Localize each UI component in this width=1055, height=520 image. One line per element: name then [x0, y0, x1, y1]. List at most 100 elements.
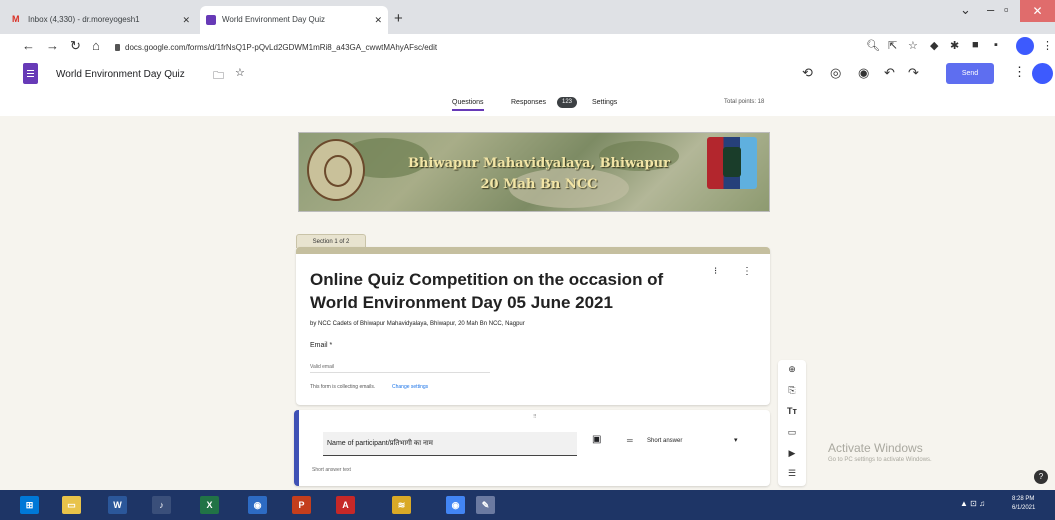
undo-icon[interactable]: ↶	[884, 65, 895, 81]
maximize-button[interactable]: ▫	[1004, 2, 1009, 17]
redo-icon[interactable]: ↷	[908, 65, 919, 81]
add-video-icon[interactable]: ▶	[785, 448, 799, 459]
bookmark-star-icon[interactable]: ☆	[908, 39, 918, 52]
zoom-icon[interactable]: 🔍︎	[866, 39, 880, 52]
add-title-icon[interactable]: Tт	[785, 406, 799, 416]
form-tabs: Questions Responses 123 Settings Total p…	[0, 94, 1055, 116]
drag-handle-icon[interactable]: ⠿	[533, 414, 537, 420]
folder-icon[interactable]: 🗀	[213, 67, 224, 86]
forms-header: World Environment Day Quiz 🗀 ☆ ⟲ ◎ ◉ ↶ ↷…	[0, 60, 1055, 94]
forms-icon	[206, 15, 216, 25]
tab-title: Inbox (4,330) - dr.moreyogesh1	[28, 15, 140, 24]
add-section-icon[interactable]: ☰	[785, 468, 799, 479]
tab-search-icon[interactable]: ⌄	[960, 2, 971, 18]
floating-toolbar: ⊕ ⎘ Tт ▭ ▶ ☰	[778, 360, 806, 486]
form-title[interactable]: Online Quiz Competition on the occasion …	[310, 268, 706, 314]
form-description[interactable]: by NCC Cadets of Bhiwapur Mahavidyalaya,…	[310, 321, 525, 327]
window-close-button[interactable]: ✕	[1020, 0, 1055, 22]
account-avatar[interactable]	[1032, 63, 1053, 84]
pdf-reader-icon[interactable]: A	[336, 496, 355, 514]
question-card[interactable]: ⠿ Name of participant/प्रतिभागी का नाम ▣…	[294, 410, 770, 486]
short-answer-icon: ═	[627, 436, 633, 445]
total-points: Total points: 18	[724, 99, 765, 105]
system-clock[interactable]: 8:28 PM 6/1/2021	[1012, 495, 1035, 513]
add-image-icon[interactable]: ▭	[785, 427, 799, 438]
document-title[interactable]: World Environment Day Quiz	[56, 69, 185, 80]
watermark-title: Activate Windows	[828, 441, 923, 455]
home-icon[interactable]: ⌂	[92, 38, 100, 53]
chevron-down-icon: ▾	[734, 437, 738, 444]
extensions-puzzle-icon[interactable]: ✱	[950, 39, 959, 52]
media-icon[interactable]: ▪	[994, 39, 998, 51]
address-bar-row: ← → ↻ ⌂ docs.google.com/forms/d/1frNsQ1P…	[0, 34, 1055, 60]
reload-icon[interactable]: ↻	[70, 38, 81, 54]
back-icon[interactable]: ←	[22, 38, 35, 53]
word-icon[interactable]: W	[108, 496, 127, 514]
browser-tabbar: M Inbox (4,330) - dr.moreyogesh1 ✕ World…	[0, 0, 1055, 34]
system-tray-icons[interactable]: ▲ ⊡ ♫	[960, 499, 985, 508]
banner-line1: Bhiwapur Mahavidyalaya, Bhiwapur	[408, 156, 670, 171]
question-type-label: Short answer	[647, 438, 683, 444]
palette-icon[interactable]: ◎	[830, 65, 841, 81]
add-image-icon[interactable]: ▣	[592, 434, 601, 445]
email-field[interactable]: Valid email	[310, 364, 490, 373]
chrome-menu-icon[interactable]: ⋮	[1042, 39, 1053, 52]
extension-icon[interactable]: ◆	[930, 39, 938, 52]
clock-time: 8:28 PM	[1012, 496, 1035, 502]
minimize-button[interactable]: –	[987, 2, 994, 17]
chrome-icon[interactable]: ◉	[248, 496, 267, 514]
tab-gmail[interactable]: M Inbox (4,330) - dr.moreyogesh1 ✕	[6, 6, 196, 34]
send-button[interactable]: Send	[946, 63, 994, 84]
profile-avatar[interactable]	[1016, 37, 1034, 55]
watermark-subtitle: Go to PC settings to activate Windows.	[828, 457, 932, 463]
more-vert-icon[interactable]: ⋮	[742, 266, 752, 277]
college-emblem	[307, 139, 365, 201]
tab-responses[interactable]: Responses	[511, 99, 546, 106]
question-type-select[interactable]: ═ Short answer ▾	[617, 430, 747, 452]
close-icon[interactable]: ✕	[374, 6, 382, 34]
tab-settings[interactable]: Settings	[592, 99, 617, 106]
responses-count-badge: 123	[557, 97, 577, 108]
windows-taskbar: ⊞ ▭ W ♪ X ◉ P A ≋ ◉ ✎ ▲ ⊡ ♫ 8:28 PM 6/1/…	[0, 490, 1055, 520]
help-icon[interactable]: ?	[1034, 470, 1048, 484]
start-icon[interactable]: ⊞	[20, 496, 39, 514]
forward-icon[interactable]: →	[46, 38, 59, 53]
star-icon[interactable]: ☆	[235, 66, 245, 79]
new-tab-button[interactable]: +	[394, 6, 403, 32]
activate-windows-watermark: Activate Windows Go to PC settings to ac…	[828, 441, 932, 463]
banner-line2: 20 Mah Bn NCC	[480, 177, 598, 192]
question-title-input[interactable]: Name of participant/प्रतिभागी का नाम	[323, 432, 577, 456]
preview-eye-icon[interactable]: ◉	[858, 65, 869, 81]
app-icon[interactable]: ♪	[152, 496, 171, 514]
collecting-emails-note: This form is collecting emails.	[310, 384, 376, 390]
excel-icon[interactable]: X	[200, 496, 219, 514]
tab-title: World Environment Day Quiz	[222, 15, 325, 24]
banner-text: Bhiwapur Mahavidyalaya, Bhiwapur 20 Mah …	[369, 153, 709, 195]
forms-logo[interactable]	[23, 63, 38, 84]
ncc-flag-logo	[707, 137, 757, 189]
clock-date: 6/1/2021	[1012, 505, 1036, 511]
section-label: Section 1 of 2	[296, 234, 366, 248]
stack-app-icon[interactable]: ≋	[392, 496, 411, 514]
drag-dots-icon[interactable]: ⁝	[714, 266, 717, 277]
short-answer-placeholder: Short answer text	[312, 467, 351, 473]
import-questions-icon[interactable]: ⎘	[785, 385, 799, 396]
tab-forms[interactable]: World Environment Day Quiz ✕	[200, 6, 388, 34]
form-header-image[interactable]: Bhiwapur Mahavidyalaya, Bhiwapur 20 Mah …	[298, 132, 770, 212]
close-icon[interactable]: ✕	[182, 6, 190, 34]
change-settings-link[interactable]: Change settings	[392, 384, 428, 390]
url-field[interactable]: docs.google.com/forms/d/1frNsQ1P-pQvLd2G…	[115, 39, 845, 56]
chrome-active-icon[interactable]: ◉	[446, 496, 465, 514]
file-explorer-icon[interactable]: ▭	[62, 496, 81, 514]
powerpoint-icon[interactable]: P	[292, 496, 311, 514]
paint-icon[interactable]: ✎	[476, 496, 495, 514]
add-question-icon[interactable]: ⊕	[785, 364, 799, 375]
gmail-icon: M	[12, 14, 20, 24]
tab-strip-icon[interactable]: ■	[972, 39, 979, 51]
form-title-card[interactable]: Online Quiz Competition on the occasion …	[296, 247, 770, 405]
addon-icon[interactable]: ⟲	[802, 65, 813, 81]
share-icon[interactable]: ⇱	[888, 39, 897, 52]
tab-questions[interactable]: Questions	[452, 99, 484, 111]
more-options-icon[interactable]: ⋮	[1013, 64, 1026, 80]
email-label: Email *	[310, 342, 333, 349]
